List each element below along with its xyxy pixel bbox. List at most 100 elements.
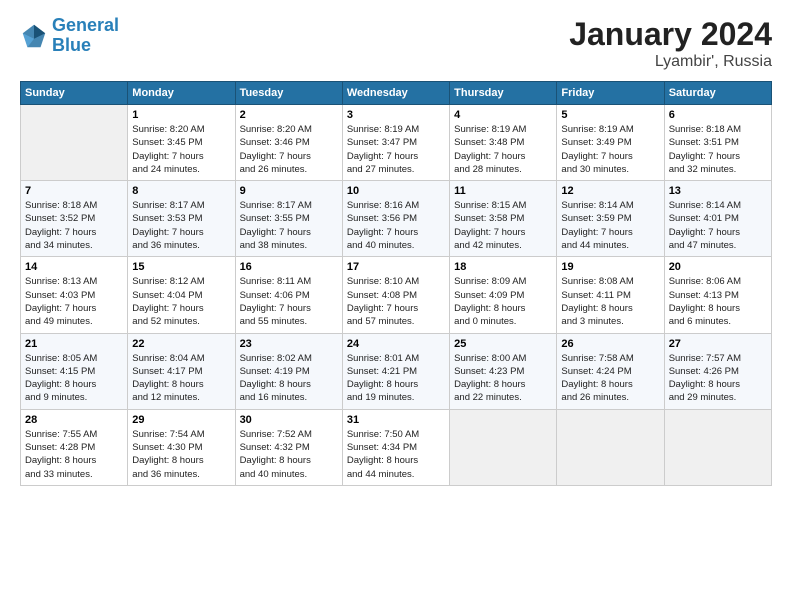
day-number: 22: [132, 338, 230, 350]
day-content: Sunrise: 8:01 AMSunset: 4:21 PMDaylight:…: [347, 352, 445, 405]
table-cell: [664, 409, 771, 485]
table-cell: 16Sunrise: 8:11 AMSunset: 4:06 PMDayligh…: [235, 257, 342, 333]
day-number: 5: [561, 109, 659, 121]
table-cell: 6 Sunrise: 8:18 AMSunset: 3:51 PMDaylight…: [664, 105, 771, 181]
day-number: 31: [347, 414, 445, 426]
title-block: January 2024 Lyambir', Russia: [569, 16, 772, 71]
table-cell: 31 Sunrise: 7:50 AMSunset: 4:34 PMDayligh…: [342, 409, 449, 485]
day-number: 13: [669, 185, 767, 197]
table-cell: 28 Sunrise: 7:55 AMSunset: 4:28 PMDayligh…: [21, 409, 128, 485]
day-number: 24: [347, 338, 445, 350]
table-cell: 7 Sunrise: 8:18 AMSunset: 3:52 PMDaylight…: [21, 181, 128, 257]
table-cell: 21 Sunrise: 8:05 AMSunset: 4:15 PMDayligh…: [21, 333, 128, 409]
table-cell: 9 Sunrise: 8:17 AMSunset: 3:55 PMDaylight…: [235, 181, 342, 257]
day-content: Sunrise: 8:10 AMSunset: 4:08 PMDaylight:…: [347, 275, 445, 328]
table-cell: 15 Sunrise: 8:12 AMSunset: 4:04 PMDayligh…: [128, 257, 235, 333]
calendar-table: Sunday Monday Tuesday Wednesday Thursday…: [20, 81, 772, 486]
day-content: Sunrise: 8:17 AMSunset: 3:55 PMDaylight:…: [240, 199, 338, 252]
day-number: 16: [240, 261, 338, 273]
calendar-title: January 2024: [569, 16, 772, 53]
table-cell: [21, 105, 128, 181]
day-number: 6: [669, 109, 767, 121]
day-number: 7: [25, 185, 123, 197]
day-content: Sunrise: 8:19 AMSunset: 3:48 PMDaylight:…: [454, 123, 552, 176]
table-cell: 4 Sunrise: 8:19 AMSunset: 3:48 PMDaylight…: [450, 105, 557, 181]
table-cell: 11Sunrise: 8:15 AMSunset: 3:58 PMDayligh…: [450, 181, 557, 257]
day-content: Sunrise: 7:57 AMSunset: 4:26 PMDaylight:…: [669, 352, 767, 405]
col-sunday: Sunday: [21, 82, 128, 105]
table-cell: 25 Sunrise: 8:00 AMSunset: 4:23 PMDayligh…: [450, 333, 557, 409]
day-number: 4: [454, 109, 552, 121]
logo: General Blue: [20, 16, 119, 56]
table-cell: 20 Sunrise: 8:06 AMSunset: 4:13 PMDayligh…: [664, 257, 771, 333]
day-content: Sunrise: 8:17 AMSunset: 3:53 PMDaylight:…: [132, 199, 230, 252]
col-tuesday: Tuesday: [235, 82, 342, 105]
table-cell: [450, 409, 557, 485]
day-content: Sunrise: 7:50 AMSunset: 4:34 PMDaylight:…: [347, 428, 445, 481]
col-thursday: Thursday: [450, 82, 557, 105]
day-content: Sunrise: 8:00 AMSunset: 4:23 PMDaylight:…: [454, 352, 552, 405]
day-number: 10: [347, 185, 445, 197]
day-number: 28: [25, 414, 123, 426]
table-cell: 22 Sunrise: 8:04 AMSunset: 4:17 PMDayligh…: [128, 333, 235, 409]
col-wednesday: Wednesday: [342, 82, 449, 105]
logo-line2: Blue: [52, 35, 91, 55]
col-friday: Friday: [557, 82, 664, 105]
day-number: 20: [669, 261, 767, 273]
table-row: 21 Sunrise: 8:05 AMSunset: 4:15 PMDayligh…: [21, 333, 772, 409]
day-number: 1: [132, 109, 230, 121]
col-saturday: Saturday: [664, 82, 771, 105]
day-number: 27: [669, 338, 767, 350]
logo-line1: General: [52, 15, 119, 35]
day-content: Sunrise: 7:55 AMSunset: 4:28 PMDaylight:…: [25, 428, 123, 481]
day-content: Sunrise: 8:19 AMSunset: 3:47 PMDaylight:…: [347, 123, 445, 176]
day-number: 21: [25, 338, 123, 350]
table-cell: 23 Sunrise: 8:02 AMSunset: 4:19 PMDayligh…: [235, 333, 342, 409]
day-content: Sunrise: 8:04 AMSunset: 4:17 PMDaylight:…: [132, 352, 230, 405]
day-number: 30: [240, 414, 338, 426]
day-number: 17: [347, 261, 445, 273]
table-row: 14 Sunrise: 8:13 AMSunset: 4:03 PMDayligh…: [21, 257, 772, 333]
day-content: Sunrise: 8:20 AMSunset: 3:45 PMDaylight:…: [132, 123, 230, 176]
table-cell: 17 Sunrise: 8:10 AMSunset: 4:08 PMDayligh…: [342, 257, 449, 333]
day-content: Sunrise: 8:20 AMSunset: 3:46 PMDaylight:…: [240, 123, 338, 176]
day-number: 19: [561, 261, 659, 273]
table-cell: 24 Sunrise: 8:01 AMSunset: 4:21 PMDayligh…: [342, 333, 449, 409]
table-cell: 18Sunrise: 8:09 AMSunset: 4:09 PMDayligh…: [450, 257, 557, 333]
table-cell: 8 Sunrise: 8:17 AMSunset: 3:53 PMDaylight…: [128, 181, 235, 257]
day-content: Sunrise: 8:14 AMSunset: 4:01 PMDaylight:…: [669, 199, 767, 252]
day-number: 23: [240, 338, 338, 350]
table-cell: 27 Sunrise: 7:57 AMSunset: 4:26 PMDayligh…: [664, 333, 771, 409]
table-row: 1 Sunrise: 8:20 AMSunset: 3:45 PMDaylight…: [21, 105, 772, 181]
day-number: 11: [454, 185, 552, 197]
day-content: Sunrise: 8:18 AMSunset: 3:52 PMDaylight:…: [25, 199, 123, 252]
table-cell: 5Sunrise: 8:19 AMSunset: 3:49 PMDaylight…: [557, 105, 664, 181]
day-content: Sunrise: 8:18 AMSunset: 3:51 PMDaylight:…: [669, 123, 767, 176]
table-cell: 29Sunrise: 7:54 AMSunset: 4:30 PMDayligh…: [128, 409, 235, 485]
col-monday: Monday: [128, 82, 235, 105]
day-content: Sunrise: 7:54 AMSunset: 4:30 PMDaylight:…: [132, 428, 230, 481]
day-content: Sunrise: 8:06 AMSunset: 4:13 PMDaylight:…: [669, 275, 767, 328]
day-content: Sunrise: 7:52 AMSunset: 4:32 PMDaylight:…: [240, 428, 338, 481]
page: General Blue January 2024 Lyambir', Russ…: [0, 0, 792, 612]
day-content: Sunrise: 8:12 AMSunset: 4:04 PMDaylight:…: [132, 275, 230, 328]
day-number: 14: [25, 261, 123, 273]
day-content: Sunrise: 8:13 AMSunset: 4:03 PMDaylight:…: [25, 275, 123, 328]
day-number: 26: [561, 338, 659, 350]
day-number: 3: [347, 109, 445, 121]
table-cell: 10Sunrise: 8:16 AMSunset: 3:56 PMDayligh…: [342, 181, 449, 257]
day-number: 8: [132, 185, 230, 197]
header: General Blue January 2024 Lyambir', Russ…: [20, 16, 772, 71]
day-content: Sunrise: 8:05 AMSunset: 4:15 PMDaylight:…: [25, 352, 123, 405]
table-cell: 12Sunrise: 8:14 AMSunset: 3:59 PMDayligh…: [557, 181, 664, 257]
logo-icon: [20, 22, 48, 50]
day-number: 18: [454, 261, 552, 273]
table-cell: [557, 409, 664, 485]
day-number: 9: [240, 185, 338, 197]
day-number: 15: [132, 261, 230, 273]
day-content: Sunrise: 7:58 AMSunset: 4:24 PMDaylight:…: [561, 352, 659, 405]
day-content: Sunrise: 8:02 AMSunset: 4:19 PMDaylight:…: [240, 352, 338, 405]
calendar-subtitle: Lyambir', Russia: [569, 53, 772, 71]
day-number: 12: [561, 185, 659, 197]
day-number: 25: [454, 338, 552, 350]
